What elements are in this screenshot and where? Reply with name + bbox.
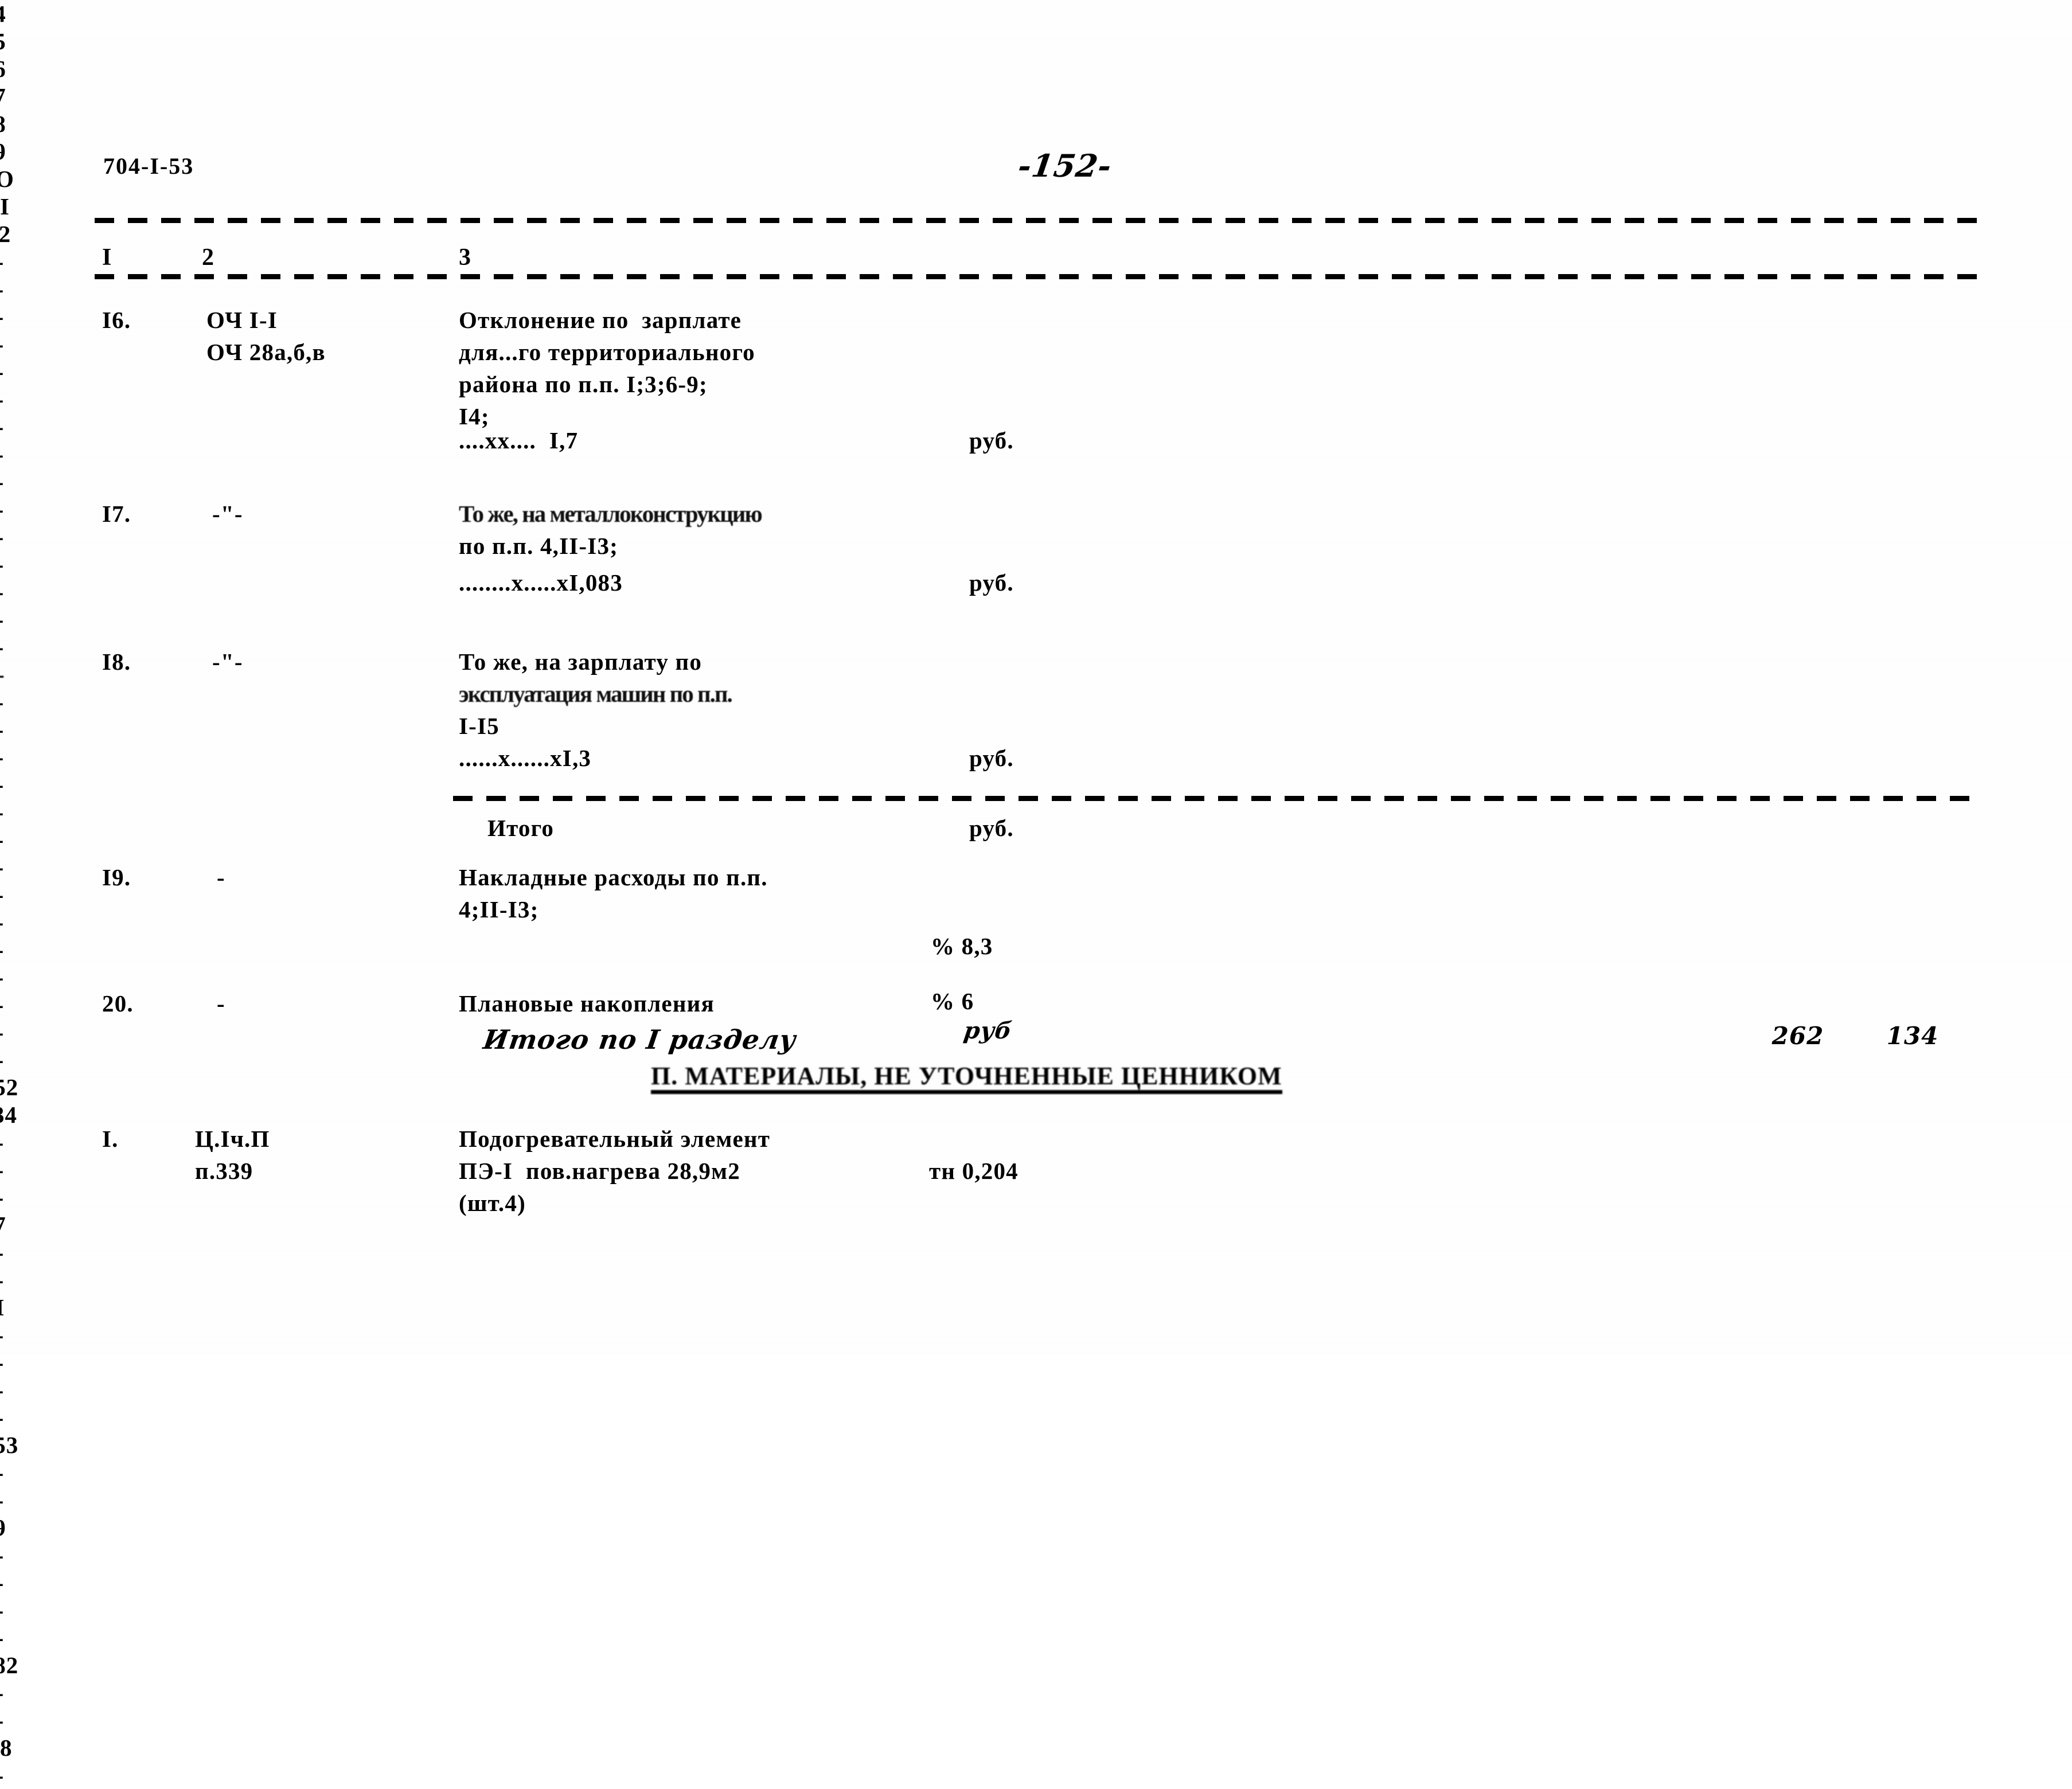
row-20-code-line-1: -	[217, 990, 225, 1017]
row-19-value-10: -	[0, 1266, 1036, 1294]
row-20-value-7: -	[0, 1404, 1036, 1431]
section-row-1-desc-line-2: ПЭ-I пов.нагрева 28,9м2	[459, 1158, 740, 1184]
subtotal-rule	[453, 796, 1981, 801]
section-row-1-number: I.	[102, 1126, 119, 1152]
row-17-value-7: -	[0, 523, 1036, 550]
section-row-1-value-9: -	[0, 1679, 1036, 1706]
section-row-1-value-8: 382	[0, 1652, 19, 1678]
row-18-value-7: -	[0, 743, 1036, 771]
subtotal-value-12: I34	[0, 1101, 17, 1128]
subtotal-value-7: -	[0, 963, 1036, 991]
section-row-1-desc-line-3: (шт.4)	[459, 1190, 526, 1216]
section-row-1-code-line-1: Ц.Iч.П	[195, 1126, 270, 1152]
subtotal-label: Итого	[487, 815, 555, 841]
row-20-unit: % 6	[931, 988, 974, 1014]
column-header-11: II	[0, 193, 10, 220]
row-16-value-6: -	[0, 275, 1036, 303]
row-18-code-line-1: -"-	[212, 649, 243, 675]
column-header-7: 7	[0, 83, 1036, 110]
row-16-value-9: -	[0, 358, 1036, 385]
row-20-value-9: -	[0, 1459, 1036, 1486]
row-20-desc-line-1: Плановые накопления	[459, 990, 715, 1017]
section-row-1-value-5: -	[0, 1569, 1036, 1596]
column-header-4: 4	[0, 0, 1036, 28]
section-row-1-value-6: -	[0, 1596, 1036, 1624]
row-20-hand-note: Итого по I разделу	[481, 1024, 798, 1055]
row-19-code-line-1: -	[217, 864, 225, 890]
column-header-10: IO	[0, 166, 14, 192]
column-header-5: 5	[0, 28, 1036, 55]
row-18-desc-line-1: То же, на зарплату по	[459, 649, 703, 675]
section-heading: П. МАТЕРИАЛЫ, НЕ УТОЧНЕННЫЕ ЦЕННИКОМ	[651, 1064, 1282, 1094]
row-17-value-9: -	[0, 578, 1036, 606]
section-row-1-code-line-2: п.339	[195, 1158, 253, 1184]
row-16-value-11: -	[0, 413, 1036, 440]
row-18-number: I8.	[102, 649, 131, 675]
column-header-12: I2	[0, 221, 11, 247]
row-16-value-12: -	[0, 440, 1036, 468]
row-20-unit-hand-note: руб	[962, 1017, 1014, 1044]
column-header-9: 9	[0, 138, 1036, 165]
section-row-1-unit: тн 0,204	[929, 1158, 1019, 1184]
section-row-1-value-10: -	[0, 1706, 1036, 1734]
row-16-value-10: -	[0, 385, 1036, 413]
row-20-value-5: -	[0, 1349, 1036, 1376]
subtotal-unit: руб.	[969, 815, 1014, 841]
document-page: 704-I-53 -152- I 2 3 4 5 6 7 8 9 IO II I…	[0, 0, 2072, 1788]
row-17-value-8: -	[0, 550, 1036, 578]
row-19-value-11: I	[0, 1294, 1036, 1321]
row-19-desc-line-2: 4;II-I3;	[459, 896, 539, 923]
column-header-6: 6	[0, 55, 1036, 83]
row-16-value-5: -	[0, 248, 1036, 275]
section-row-1-desc-line-1: Подогревательный элемент	[459, 1126, 771, 1152]
column-header-8: 8	[0, 110, 1036, 138]
row-20-value-11: 9	[0, 1514, 1036, 1541]
row-19-unit: % 8,3	[931, 933, 993, 959]
row-17-value-5: -	[0, 468, 1036, 495]
row-19-desc-line-1: Накладные расходы по п.п.	[459, 864, 768, 890]
row-18-value-6: -	[0, 716, 1036, 743]
subtotal-value-6: -	[0, 936, 1036, 963]
row-16-value-8: -	[0, 330, 1036, 358]
row-19-value-9: -	[0, 1239, 1036, 1266]
row-20-value-8: 253	[0, 1432, 19, 1458]
row-20-value-10: -	[0, 1486, 1036, 1514]
row-18-value-8: -	[0, 771, 1036, 798]
section-row-1-value-11: 78	[0, 1735, 13, 1761]
row-19-number: I9.	[102, 864, 131, 890]
row-17-value-6: -	[0, 495, 1036, 523]
row-20-hand-total-11: 262	[1771, 1022, 1824, 1050]
row-18-value-5: -	[0, 688, 1036, 716]
section-row-1-value-7: -	[0, 1624, 1036, 1651]
row-20-value-6: -	[0, 1376, 1036, 1404]
row-17-value-10: -	[0, 606, 1036, 633]
row-16-value-7: -	[0, 303, 1036, 330]
row-20-value-12: -	[0, 1541, 1036, 1569]
row-20-number: 20.	[102, 990, 134, 1017]
row-20-hand-total-12: 134	[1886, 1022, 1939, 1050]
row-19-value-12: -	[0, 1321, 1036, 1349]
section-row-1-value-12: -	[0, 1761, 1036, 1789]
